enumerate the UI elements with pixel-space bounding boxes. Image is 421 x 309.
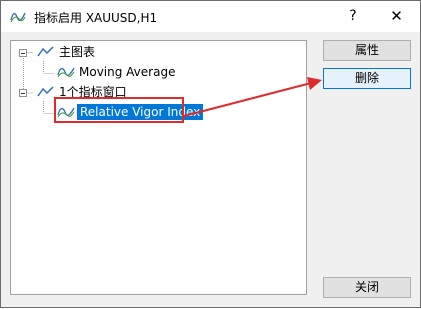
indicator-wave-icon — [10, 12, 26, 23]
chart-line-icon — [37, 86, 54, 97]
window-title: 指标启用 XAUUSD,H1 — [34, 11, 158, 25]
chart-line-icon — [37, 46, 54, 57]
indicator-dialog: 指标启用 XAUUSD,H1 ? ✕ 主图表 Moving Average 1个… — [0, 0, 421, 308]
collapse-toggle[interactable] — [19, 89, 27, 97]
delete-button[interactable]: 删除 — [323, 68, 411, 89]
annotation-highlight-box — [54, 97, 184, 123]
title-bar: 指标启用 XAUUSD,H1 ? ✕ — [1, 1, 420, 32]
indicator-wave-icon — [57, 67, 75, 78]
close-button[interactable]: 关闭 — [323, 277, 411, 298]
collapse-toggle[interactable] — [19, 49, 27, 57]
close-icon: ✕ — [390, 7, 403, 25]
tree-node-moving-average[interactable]: Moving Average — [53, 64, 203, 82]
tree-node-label: 主图表 — [59, 45, 96, 59]
tree-node-main-chart[interactable]: 主图表 — [19, 44, 139, 62]
properties-button[interactable]: 属性 — [323, 40, 411, 61]
help-button[interactable]: ? — [333, 2, 373, 31]
close-window-button[interactable]: ✕ — [374, 2, 419, 31]
tree-node-label: Moving Average — [79, 65, 176, 79]
indicator-tree[interactable]: 主图表 Moving Average 1个指标窗口 Relative Vigor… — [10, 40, 307, 295]
